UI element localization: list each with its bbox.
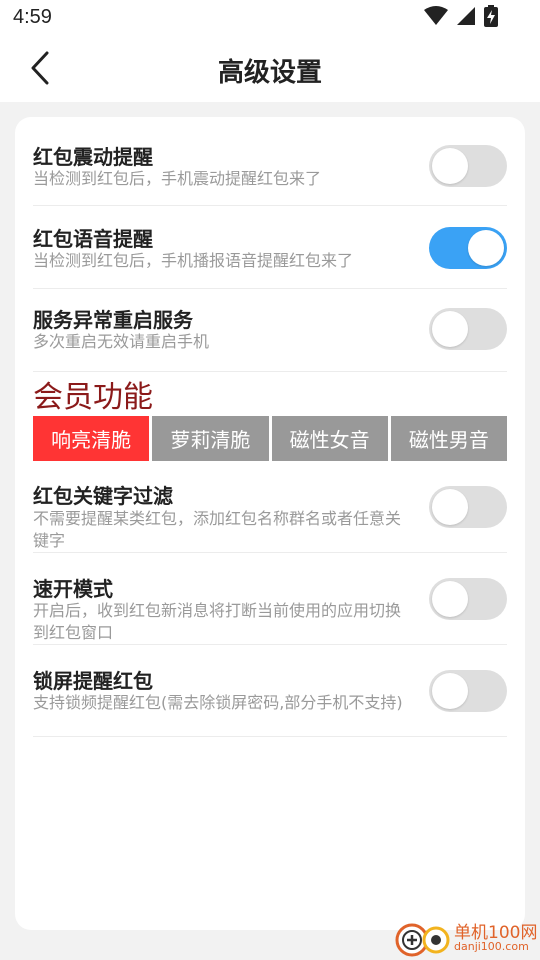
setting-row-lockscreen: 锁屏提醒红包 支持锁频提醒红包(需去除锁屏密码,部分手机不支持) xyxy=(33,645,507,737)
setting-title: 红包关键字过滤 xyxy=(33,484,173,508)
quick-open-toggle[interactable] xyxy=(429,578,507,620)
member-section-title: 会员功能 xyxy=(33,380,153,415)
setting-title: 红包震动提醒 xyxy=(33,145,153,169)
setting-title: 服务异常重启服务 xyxy=(33,308,193,332)
keyword-filter-toggle[interactable] xyxy=(429,486,507,528)
setting-description: 当检测到红包后，手机震动提醒红包来了 xyxy=(33,169,322,188)
toggle-knob xyxy=(432,148,468,184)
wifi-icon xyxy=(424,6,448,30)
toggle-knob xyxy=(432,673,468,709)
setting-description: 不需要提醒某类红包，添加红包名称群名或者任意关键字 xyxy=(33,509,402,550)
status-icons xyxy=(424,5,498,31)
setting-title: 红包语音提醒 xyxy=(33,227,153,251)
voice-option-loli-clear[interactable]: 萝莉清脆 xyxy=(152,416,269,461)
toggle-knob xyxy=(432,581,468,617)
setting-row-quick-open: 速开模式 开启后，收到红包新消息将打断当前使用的应用切换到红包窗口 xyxy=(33,553,507,645)
setting-description: 支持锁频提醒红包(需去除锁屏密码,部分手机不支持) xyxy=(33,693,403,712)
toggle-knob xyxy=(432,311,468,347)
watermark: 单机100网 danji100.com xyxy=(392,916,540,960)
watermark-logo-icon xyxy=(395,923,450,957)
signal-icon xyxy=(456,6,476,30)
setting-row-restart: 服务异常重启服务 多次重启无效请重启手机 xyxy=(33,289,507,372)
voice-option-magnetic-female[interactable]: 磁性女音 xyxy=(271,416,388,461)
setting-description: 当检测到红包后，手机播报语音提醒红包来了 xyxy=(33,251,354,270)
voice-option-magnetic-male[interactable]: 磁性男音 xyxy=(390,416,507,461)
setting-row-vibration: 红包震动提醒 当检测到红包后，手机震动提醒红包来了 xyxy=(33,133,507,206)
voice-selector: 响亮清脆 萝莉清脆 磁性女音 磁性男音 xyxy=(33,416,507,461)
voice-toggle[interactable] xyxy=(429,227,507,269)
lockscreen-toggle[interactable] xyxy=(429,670,507,712)
status-bar: 4:59 xyxy=(0,0,540,38)
setting-description: 多次重启无效请重启手机 xyxy=(33,332,210,351)
setting-row-keyword-filter: 红包关键字过滤 不需要提醒某类红包，添加红包名称群名或者任意关键字 xyxy=(33,466,507,553)
page-title: 高级设置 xyxy=(217,58,322,88)
vibration-toggle[interactable] xyxy=(429,145,507,187)
setting-description: 开启后，收到红包新消息将打断当前使用的应用切换到红包窗口 xyxy=(33,601,402,642)
restart-toggle[interactable] xyxy=(429,308,507,350)
battery-charging-icon xyxy=(484,5,498,31)
settings-card: 红包震动提醒 当检测到红包后，手机震动提醒红包来了 红包语音提醒 当检测到红包后… xyxy=(15,117,525,930)
toggle-knob xyxy=(468,230,504,266)
toggle-knob xyxy=(432,489,468,525)
status-time: 4:59 xyxy=(13,6,52,28)
app-header: 高级设置 xyxy=(0,38,540,102)
setting-title: 锁屏提醒红包 xyxy=(33,669,153,693)
watermark-url: danji100.com xyxy=(454,940,529,953)
voice-option-loud-clear[interactable]: 响亮清脆 xyxy=(33,416,150,461)
setting-row-voice: 红包语音提醒 当检测到红包后，手机播报语音提醒红包来了 xyxy=(33,206,507,289)
setting-title: 速开模式 xyxy=(33,577,113,601)
